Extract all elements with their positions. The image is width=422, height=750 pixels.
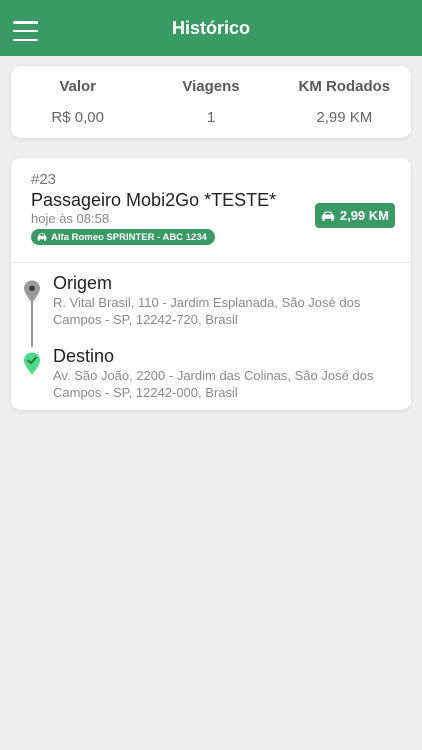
vehicle-label: Alfa Romeo SPRINTER - ABC 1234 — [51, 231, 207, 243]
distance-badge: 2,99 KM — [314, 203, 395, 228]
distance-value: 2,99 KM — [339, 208, 389, 223]
stat-value: 2,99 KM — [316, 109, 373, 126]
trip-card[interactable]: #23 Passageiro Mobi2Go *TESTE* hoje às 0… — [11, 158, 411, 410]
destination-label: Destino — [53, 346, 115, 366]
stat-label: Valor — [59, 78, 96, 95]
origin-address: R. Vital Brasil, 110 - Jardim Esplanada,… — [53, 295, 361, 327]
vehicle-badge: Alfa Romeo SPRINTER - ABC 1234 — [31, 229, 215, 245]
hamburger-menu-icon[interactable] — [13, 21, 38, 41]
car-icon — [321, 211, 335, 221]
app-header: Histórico — [0, 0, 422, 56]
destination-pin-icon — [24, 352, 40, 375]
car-icon — [37, 233, 47, 241]
route-connector-line — [31, 301, 33, 347]
stat-value: 1 — [206, 109, 216, 126]
trip-route: Origem R. Vital Brasil, 110 - Jardim Esp… — [11, 263, 411, 409]
stats-summary-card: Valor R$ 0,00 Viagens 1 KM Rodados 2,99 … — [11, 66, 411, 138]
trip-summary: #23 Passageiro Mobi2Go *TESTE* hoje às 0… — [11, 158, 411, 263]
stat-km-rodados: KM Rodados 2,99 KM — [278, 66, 411, 138]
stat-valor: Valor R$ 0,00 — [11, 66, 144, 138]
origin-label: Origem — [53, 273, 113, 293]
page-title: Histórico — [171, 17, 250, 38]
trip-time: hoje às 08:58 — [31, 211, 110, 226]
destination-address: Av. São João, 2200 - Jardim das Colinas,… — [53, 368, 374, 400]
stat-label: Viagens — [182, 78, 240, 95]
origin-pin-icon — [24, 280, 40, 303]
stat-viagens: Viagens 1 — [144, 66, 277, 138]
stat-value: R$ 0,00 — [51, 109, 104, 126]
trip-id: #23 — [31, 171, 57, 188]
passenger-name: Passageiro Mobi2Go *TESTE* — [31, 190, 277, 210]
stat-label: KM Rodados — [298, 78, 391, 95]
